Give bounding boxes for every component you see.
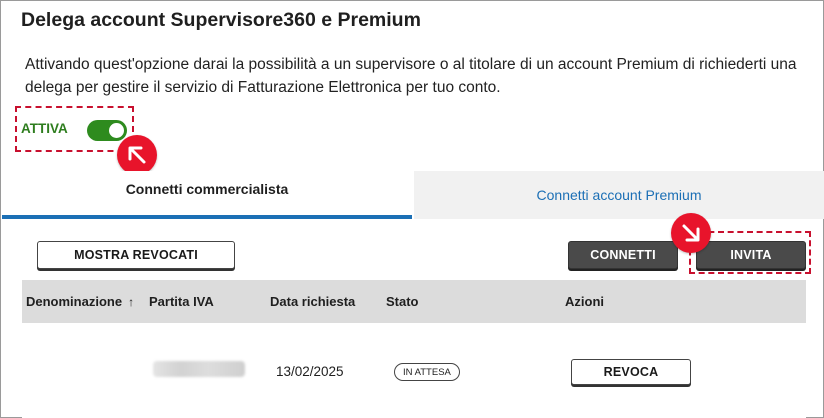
page-description: Attivando quest'opzione darai la possibi… — [25, 56, 797, 96]
column-label: Denominazione — [26, 294, 123, 309]
show-revoked-button[interactable]: MOSTRA REVOCATI — [37, 241, 235, 269]
invite-button[interactable]: INVITA — [696, 241, 806, 269]
column-stato: Stato — [386, 294, 419, 309]
revoke-button[interactable]: REVOCA — [571, 359, 691, 385]
tab-bar: Connetti commercialista Connetti account… — [2, 171, 824, 219]
column-azioni: Azioni — [565, 294, 604, 309]
tab-label: Connetti account Premium — [536, 187, 702, 203]
connect-button[interactable]: CONNETTI — [568, 241, 678, 269]
tab-label: Connetti commercialista — [125, 181, 289, 197]
page-title: Delega account Supervisore360 e Premium — [21, 9, 421, 31]
sort-arrow-icon: ↑ — [128, 294, 135, 309]
tab-connetti-account-premium[interactable]: Connetti account Premium — [414, 171, 824, 219]
partita-iva-redacted — [153, 361, 245, 377]
column-data-richiesta: Data richiesta — [270, 294, 356, 309]
delega-panel: Delega account Supervisore360 e Premium … — [0, 0, 824, 418]
table-row: 13/02/2025 IN ATTESA REVOCA — [22, 323, 806, 418]
arrow-down-right-badge-icon — [671, 213, 711, 253]
status-badge: IN ATTESA — [394, 363, 460, 381]
column-partita-iva: Partita IVA — [149, 294, 214, 309]
column-denominazione[interactable]: Denominazione ↑ — [26, 280, 134, 323]
arrow-up-left-badge-icon — [117, 135, 157, 175]
table-header: Denominazione ↑ Partita IVA Data richies… — [22, 280, 806, 323]
toggle-label: ATTIVA — [21, 121, 68, 136]
request-date: 13/02/2025 — [276, 364, 344, 379]
tab-connetti-commercialista[interactable]: Connetti commercialista — [2, 171, 412, 219]
